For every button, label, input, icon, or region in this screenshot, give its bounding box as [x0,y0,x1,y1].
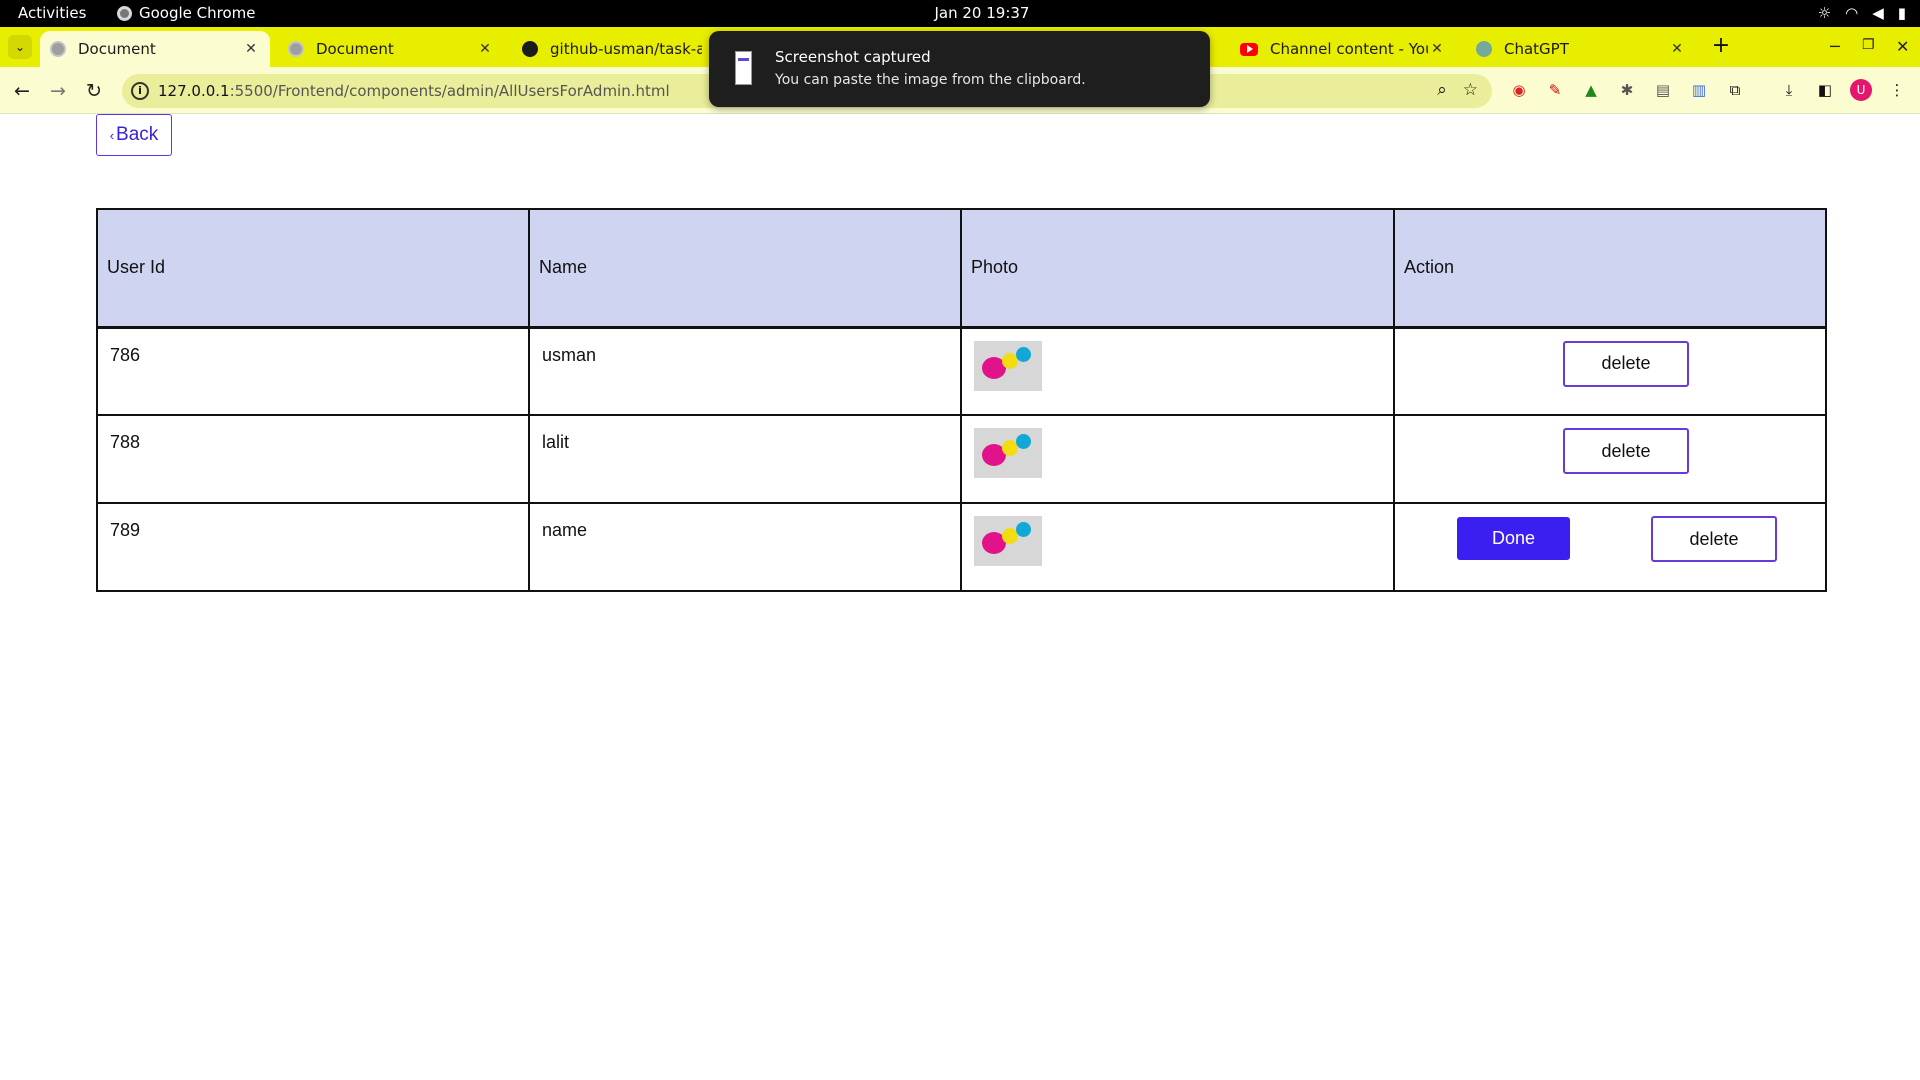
upload-extension-icon[interactable]: ▲ [1580,79,1602,101]
close-icon[interactable]: ✕ [1668,41,1686,57]
column-header-name: Name [528,208,962,328]
delete-button[interactable]: delete [1563,428,1689,474]
url-host: 127.0.0.1 [158,82,230,100]
omnibox-actions: ⌕ ☆ [1437,80,1478,100]
back-button-label: Back [116,124,159,145]
notification-message: You can paste the image from the clipboa… [775,72,1086,88]
system-tray[interactable]: ☼ ◠ ◀ ▮ [1818,3,1906,23]
table-row: 789 name Done delete [96,502,1827,592]
delete-button[interactable]: delete [1651,516,1777,562]
user-id-cell: 789 [96,502,530,592]
user-name-cell: usman [528,326,962,416]
user-name-cell: name [528,502,962,592]
profile-avatar[interactable]: U [1850,79,1872,101]
github-icon [522,41,538,57]
url-text[interactable]: 127.0.0.1:5500/Frontend/components/admin… [158,82,670,100]
tab-youtube[interactable]: Channel content - YouTu ✕ [1230,31,1456,67]
globe-icon [288,41,304,57]
site-info-icon[interactable]: i [131,82,149,100]
minimize-button[interactable]: ─ [1830,37,1840,56]
reload-icon[interactable]: ↻ [82,79,106,103]
bookmark-star-icon[interactable]: ☆ [1463,80,1478,100]
app-menu[interactable]: Google Chrome [117,4,256,22]
pen-extension-icon[interactable]: ✎ [1544,79,1566,101]
wifi-icon: ◠ [1845,4,1859,22]
chevron-down-icon: ⌄ [14,40,26,54]
extensions-puzzle-icon[interactable]: ⧉ [1724,79,1746,101]
battery-icon: ▮ [1897,4,1906,22]
column-header-action: Action [1393,208,1827,328]
user-photo-cell [960,326,1395,416]
kebab-menu-icon[interactable]: ⋮ [1886,79,1908,101]
youtube-icon [1240,42,1258,56]
user-name-cell: lalit [528,414,962,504]
user-id-cell: 788 [96,414,530,504]
tab-document-1[interactable]: Document ✕ [40,31,270,67]
clock[interactable]: Jan 20 19:37 [917,4,1047,22]
download-icon[interactable]: ⤓ [1778,79,1800,101]
user-photo [974,340,1042,391]
close-icon[interactable]: ✕ [242,41,260,57]
notification-title: Screenshot captured [775,48,931,66]
zoom-icon[interactable]: ⌕ [1437,80,1447,100]
screenshot-notification[interactable]: Screenshot captured You can paste the im… [709,31,1210,107]
chrome-icon [117,5,132,21]
brightness-icon: ☼ [1817,4,1832,22]
tab-document-2[interactable]: Document ✕ [278,31,504,67]
back-button[interactable]: ‹ Back [96,114,172,156]
system-top-bar: Activities Google Chrome Jan 20 19:37 ☼ … [0,0,1920,27]
user-action-cell: delete [1393,414,1827,504]
screenshot-thumbnail-icon [735,51,752,85]
user-photo-cell [960,502,1395,592]
column-header-photo: Photo [960,208,1395,328]
delete-button[interactable]: delete [1563,340,1689,387]
tab-title: github-usman/task-adm [550,40,702,58]
new-tab-button[interactable]: + [1709,35,1733,59]
color-extension-icon[interactable]: ◉ [1508,79,1530,101]
clipboard-extension-icon[interactable]: ▥ [1688,79,1710,101]
user-action-cell: delete [1393,326,1827,416]
forward-arrow-icon[interactable]: → [46,79,70,103]
restore-button[interactable]: ❐ [1862,37,1875,53]
activities-button[interactable]: Activities [18,4,86,22]
tab-title: Channel content - YouTu [1270,40,1428,58]
tab-search-button[interactable]: ⌄ [8,35,32,59]
back-arrow-icon[interactable]: ← [10,79,34,103]
side-panel-icon[interactable]: ◧ [1814,79,1836,101]
tab-github[interactable]: github-usman/task-adm [512,31,712,67]
chevron-left-icon: ‹ [109,127,115,143]
column-header-user-id: User Id [96,208,530,328]
tab-title: Document [316,40,394,58]
tab-title: Document [78,40,156,58]
table-row: 786 usman delete [96,326,1827,416]
document-extension-icon[interactable]: ▤ [1652,79,1674,101]
user-photo [974,428,1042,478]
globe-icon [50,41,66,57]
users-table: User Id Name Photo Action 786 usman dele… [96,208,1827,592]
close-icon[interactable]: ✕ [1428,41,1446,57]
page-content: ‹ Back User Id Name Photo Action 786 usm… [0,114,1920,1080]
user-photo [974,516,1042,566]
user-id-cell: 786 [96,326,530,416]
user-photo-cell [960,414,1395,504]
volume-icon: ◀ [1872,4,1884,22]
user-action-cell: Done delete [1393,502,1827,592]
chatgpt-icon [1476,41,1492,57]
app-name: Google Chrome [139,4,256,22]
table-row: 788 lalit delete [96,414,1827,504]
close-icon[interactable]: ✕ [476,41,494,57]
window-close-button[interactable]: ✕ [1896,37,1909,56]
tab-chatgpt[interactable]: ChatGPT ✕ [1466,31,1696,67]
tab-title: ChatGPT [1504,40,1569,58]
url-path: :5500/Frontend/components/admin/AllUsers… [229,82,670,100]
table-header-row: User Id Name Photo Action [96,208,1827,328]
bug-extension-icon[interactable]: ✱ [1616,79,1638,101]
done-button[interactable]: Done [1457,517,1570,560]
